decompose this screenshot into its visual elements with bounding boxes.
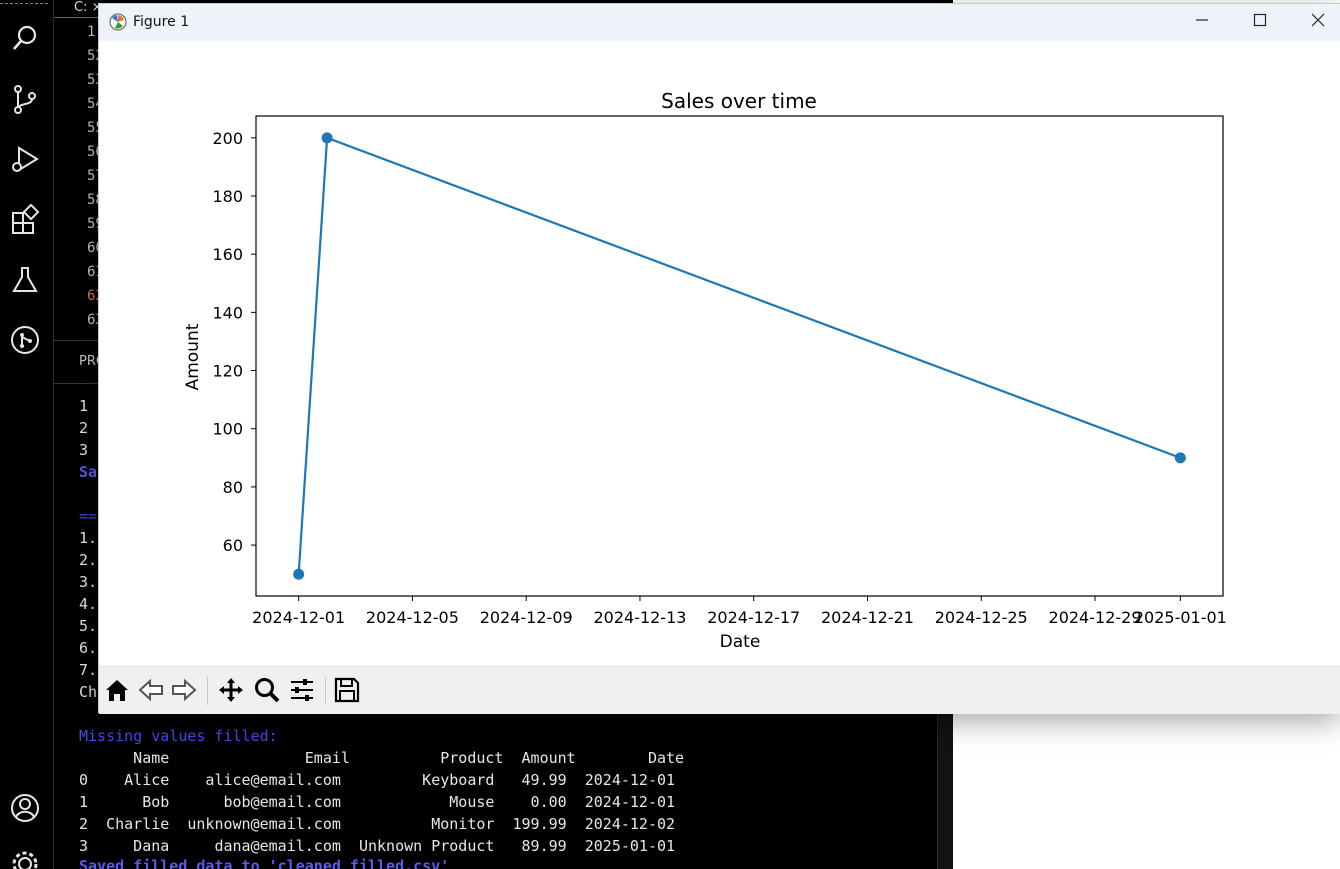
back-button[interactable] bbox=[136, 677, 166, 707]
y-tick-label: 60 bbox=[223, 536, 243, 555]
y-tick-label: 80 bbox=[223, 478, 243, 497]
save-icon bbox=[333, 676, 361, 709]
x-tick-label: 2024-12-13 bbox=[593, 608, 686, 627]
y-tick-label: 180 bbox=[212, 187, 243, 206]
account-icon[interactable] bbox=[9, 792, 41, 824]
source-control-icon[interactable] bbox=[9, 83, 41, 115]
x-tick-label: 2024-12-17 bbox=[707, 608, 800, 627]
chart-svg: Sales over time 60 80 100 120 140 160 180 200 2… bbox=[183, 89, 1227, 652]
missing-values-heading: Missing values filled: bbox=[79, 727, 278, 745]
zoom-icon bbox=[253, 676, 281, 709]
dataframe-row: 3 Dana dana@email.com Unknown Product 89… bbox=[79, 837, 676, 855]
figure-titlebar[interactable]: Figure 1 bbox=[99, 4, 1340, 41]
x-tick-label: 2024-12-29 bbox=[1049, 608, 1142, 627]
x-tick-label: 2024-12-01 bbox=[252, 608, 345, 627]
y-axis-label: Amount bbox=[183, 323, 203, 390]
terminal-line: 1 bbox=[79, 397, 89, 415]
y-tick-label: 160 bbox=[212, 245, 243, 264]
menu-option: 7. bbox=[79, 661, 98, 679]
configure-subplots-icon bbox=[288, 676, 316, 709]
terminal-choice-prompt: Ch bbox=[79, 683, 98, 701]
zoom-button[interactable] bbox=[252, 677, 282, 707]
x-axis-label: Date bbox=[720, 632, 761, 652]
pan-button[interactable] bbox=[216, 677, 246, 707]
chart-title: Sales over time bbox=[661, 89, 817, 113]
pan-icon bbox=[217, 676, 245, 709]
save-button[interactable] bbox=[332, 677, 362, 707]
home-icon bbox=[103, 676, 131, 709]
terminal-line: 3 bbox=[79, 441, 89, 459]
line-number-gutter: 1 52 53 54 55 56 57 58 59 60 61 62 63 bbox=[54, 18, 104, 338]
data-point bbox=[293, 568, 305, 580]
x-tick-label: 2024-12-25 bbox=[935, 608, 1028, 627]
extensions-icon[interactable] bbox=[9, 203, 41, 236]
search-icon[interactable] bbox=[9, 22, 41, 54]
line-number: 1 bbox=[87, 24, 96, 40]
data-point bbox=[1174, 452, 1186, 464]
forward-button[interactable] bbox=[169, 677, 199, 707]
y-tick-label: 120 bbox=[212, 362, 243, 381]
close-button[interactable] bbox=[1289, 4, 1340, 41]
plot-canvas[interactable]: Sales over time 60 80 100 120 140 160 180 200 2… bbox=[99, 41, 1340, 666]
figure-title: Figure 1 bbox=[133, 14, 190, 30]
dataframe-header: Name Email Product Amount Date bbox=[79, 749, 685, 767]
y-tick-label: 140 bbox=[212, 303, 243, 322]
axes-frame bbox=[255, 115, 1224, 597]
configure-subplots-button[interactable] bbox=[287, 677, 317, 707]
y-axis-ticks: 60 80 100 120 140 160 180 200 bbox=[212, 129, 256, 555]
menu-option: 1. bbox=[79, 529, 98, 547]
dataframe-row: 0 Alice alice@email.com Keyboard 49.99 2… bbox=[79, 771, 676, 789]
activity-bar-marker bbox=[0, 0, 48, 4]
menu-option: 5. bbox=[79, 617, 98, 635]
menu-option: 2. bbox=[79, 551, 98, 569]
matplotlib-icon bbox=[109, 13, 127, 31]
x-tick-label: 2024-12-09 bbox=[480, 608, 573, 627]
toolbar-divider bbox=[325, 677, 326, 705]
maximize-icon bbox=[1253, 13, 1267, 32]
menu-option: 3. bbox=[79, 573, 98, 591]
dataframe-row: 2 Charlie unknown@email.com Monitor 199.… bbox=[79, 815, 676, 833]
terminal-line: 2 bbox=[79, 419, 89, 437]
menu-option: 6. bbox=[79, 639, 98, 657]
run-debug-icon[interactable] bbox=[9, 143, 41, 175]
x-tick-label: 2024-12-05 bbox=[366, 608, 459, 627]
y-tick-label: 100 bbox=[212, 420, 243, 439]
minimize-icon bbox=[1195, 13, 1209, 32]
git-graph-icon[interactable] bbox=[9, 324, 41, 356]
figure-toolbar bbox=[99, 666, 1340, 714]
back-icon bbox=[137, 676, 165, 709]
testing-flask-icon[interactable] bbox=[9, 264, 41, 296]
minimize-button[interactable] bbox=[1173, 4, 1231, 41]
figure-window: Figure 1 Sales over time 60 80 100 120 140 16… bbox=[98, 3, 1340, 714]
dataframe-row: 1 Bob bob@email.com Mouse 0.00 2024-12-0… bbox=[79, 793, 676, 811]
forward-icon bbox=[170, 676, 198, 709]
y-tick-label: 200 bbox=[212, 129, 243, 148]
terminal-scrollbar[interactable] bbox=[937, 713, 953, 869]
toolbar-divider bbox=[207, 677, 208, 705]
home-button[interactable] bbox=[102, 677, 132, 707]
close-icon bbox=[1311, 13, 1325, 32]
menu-option: 4. bbox=[79, 595, 98, 613]
saved-filled-line: Saved filled data to 'cleaned_filled.csv… bbox=[79, 857, 450, 869]
settings-gear-icon[interactable] bbox=[9, 848, 41, 869]
data-point bbox=[321, 132, 333, 144]
x-tick-label: 2024-12-21 bbox=[821, 608, 914, 627]
x-axis-ticks: 2024-12-01 2024-12-05 2024-12-09 2024-12-13… bbox=[252, 596, 1227, 627]
terminal-separator: == bbox=[79, 507, 98, 525]
maximize-button[interactable] bbox=[1231, 4, 1289, 41]
x-tick-label: 2025-01-01 bbox=[1134, 608, 1227, 627]
activity-bar bbox=[0, 0, 54, 869]
